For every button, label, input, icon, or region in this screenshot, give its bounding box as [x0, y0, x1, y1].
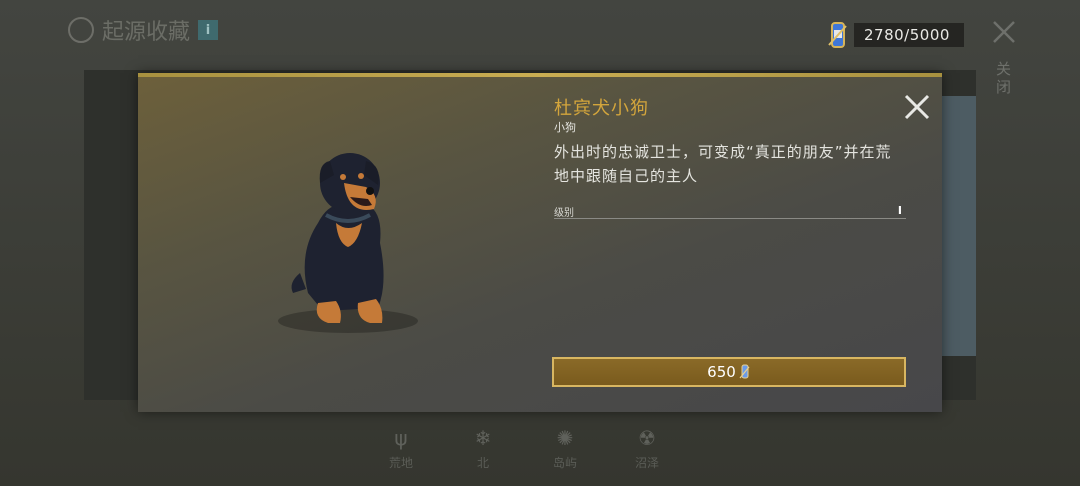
level-row: 级别 I [554, 204, 906, 219]
background-title: 起源收藏 [102, 20, 191, 45]
tab-label: 北 [476, 456, 489, 470]
modal-top-border [138, 73, 942, 77]
parts-can-icon [739, 364, 750, 379]
tab-label: 沼泽 [634, 456, 659, 470]
tab-label: 岛屿 [552, 456, 577, 470]
background-tab-bar: ψ 荒地 ❄ 北 ✺ 岛屿 ☢ 沼泽 [380, 426, 668, 471]
splash-icon: ✺ [556, 426, 574, 450]
buy-button[interactable]: 650 [552, 357, 906, 387]
modal-close-icon[interactable] [902, 92, 932, 122]
grass-icon: ψ [394, 426, 408, 450]
item-detail-modal: 杜宾犬小狗 小狗 外出时的忠诚卫士，可变成“真正的朋友”并在荒地中跟随自己的主人… [138, 73, 942, 412]
parts-can-icon [828, 22, 847, 48]
buy-price: 650 [707, 363, 736, 381]
tab-islands[interactable]: ✺ 岛屿 [544, 426, 586, 471]
tab-swamp[interactable]: ☢ 沼泽 [626, 426, 668, 471]
currency-counter: 2780/5000 [826, 20, 964, 50]
doberman-puppy-image [278, 153, 418, 333]
item-title: 杜宾犬小狗 [554, 98, 649, 119]
tab-label: 荒地 [388, 456, 413, 470]
currency-amount: 2780/5000 [854, 23, 964, 47]
level-label: 级别 [554, 208, 574, 219]
background-header: 起源收藏 i [68, 14, 219, 46]
background-side-card [940, 96, 976, 356]
snowflake-icon: ❄ [474, 426, 492, 450]
item-description: 外出时的忠诚卫士，可变成“真正的朋友”并在荒地中跟随自己的主人 [554, 143, 892, 185]
tab-wasteland[interactable]: ψ 荒地 [380, 426, 422, 471]
info-icon[interactable]: i [198, 20, 219, 40]
tab-north[interactable]: ❄ 北 [462, 426, 504, 471]
level-cursor: I [897, 204, 902, 217]
item-subtitle: 小狗 [554, 121, 576, 134]
collection-logo-icon [68, 17, 94, 43]
background-close-label[interactable]: 关闭 [996, 60, 1014, 96]
radiation-icon: ☢ [638, 426, 656, 450]
background-close-icon[interactable] [990, 18, 1018, 46]
